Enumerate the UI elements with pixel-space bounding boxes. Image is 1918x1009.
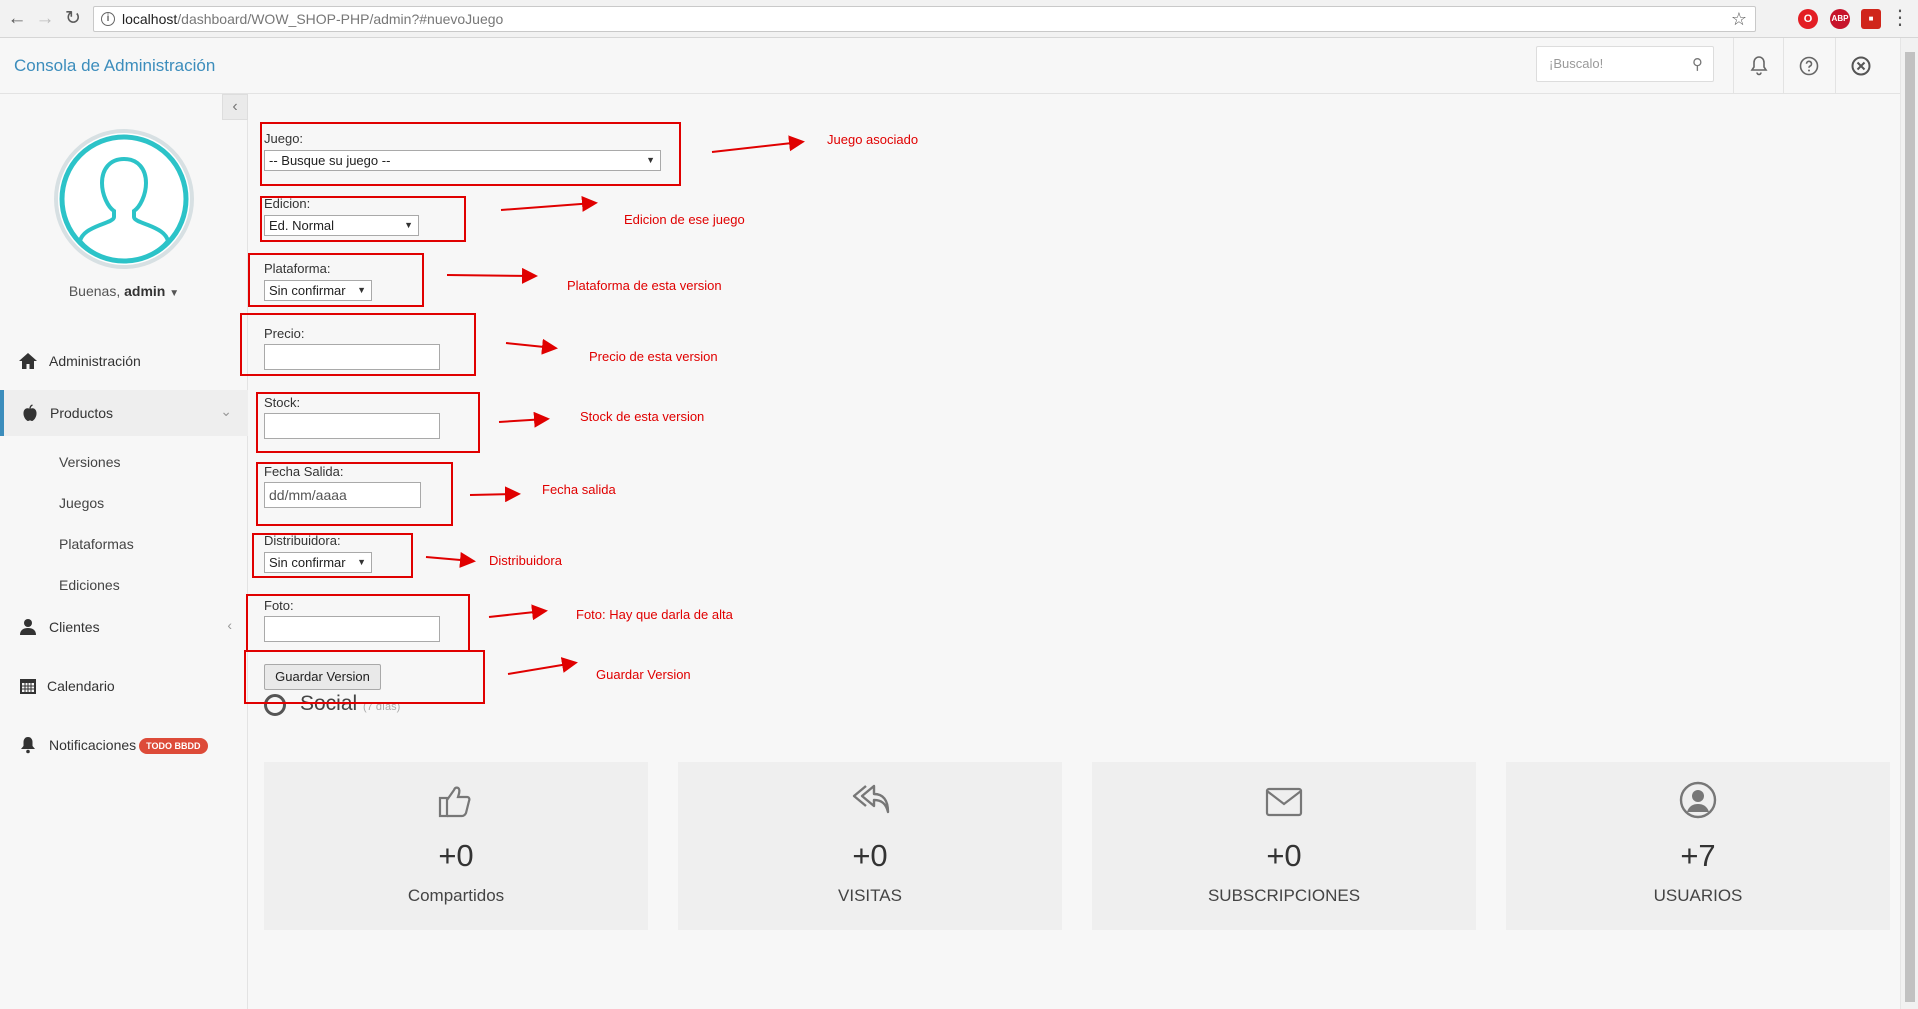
annotation-arrow: [498, 411, 550, 428]
stat-label: USUARIOS: [1653, 886, 1743, 905]
annotation-arrow: [469, 486, 521, 503]
stat-label: SUBSCRIPCIONES: [1207, 886, 1361, 905]
annotation-label: Plataforma de esta version: [567, 278, 722, 293]
annotation-label: Guardar Version: [596, 667, 691, 682]
annotation-arrow: [505, 338, 558, 355]
annotation-arrow: [488, 604, 548, 621]
envelope-icon: [1265, 787, 1303, 817]
annotation-arrow: [425, 551, 476, 568]
annotation-label: Fecha salida: [542, 482, 616, 497]
stat-card-subscripciones: +0 SUBSCRIPCIONES: [1092, 762, 1476, 930]
stat-value: +0: [852, 838, 888, 873]
annotation-arrow: [446, 267, 538, 284]
annotation-arrow: [500, 195, 598, 212]
user-circle-icon: [1679, 781, 1717, 819]
annotation-label: Foto: Hay que darla de alta: [576, 607, 733, 622]
stat-value: +0: [438, 838, 474, 873]
annotation-label: Edicion de ese juego: [624, 212, 745, 227]
annotation-label: Stock de esta version: [580, 409, 705, 424]
stat-value: +0: [1266, 838, 1302, 873]
stat-card-usuarios: +7 USUARIOS: [1506, 762, 1890, 930]
annotation-label: Distribuidora: [489, 553, 562, 568]
annotation-label: Precio de esta version: [589, 349, 718, 364]
annotation-arrow: [711, 135, 805, 153]
stat-label: VISITAS: [838, 886, 902, 905]
reply-all-icon: [852, 784, 890, 814]
stat-value: +7: [1680, 838, 1716, 873]
annotation-arrow: [507, 657, 578, 675]
thumbs-up-icon: [438, 786, 471, 818]
stat-card-visitas: +0 VISITAS: [678, 762, 1062, 930]
stat-card-compartidos: +0 Compartidos: [264, 762, 648, 930]
stat-label: Compartidos: [407, 886, 505, 905]
annotation-label: Juego asociado: [827, 132, 919, 147]
